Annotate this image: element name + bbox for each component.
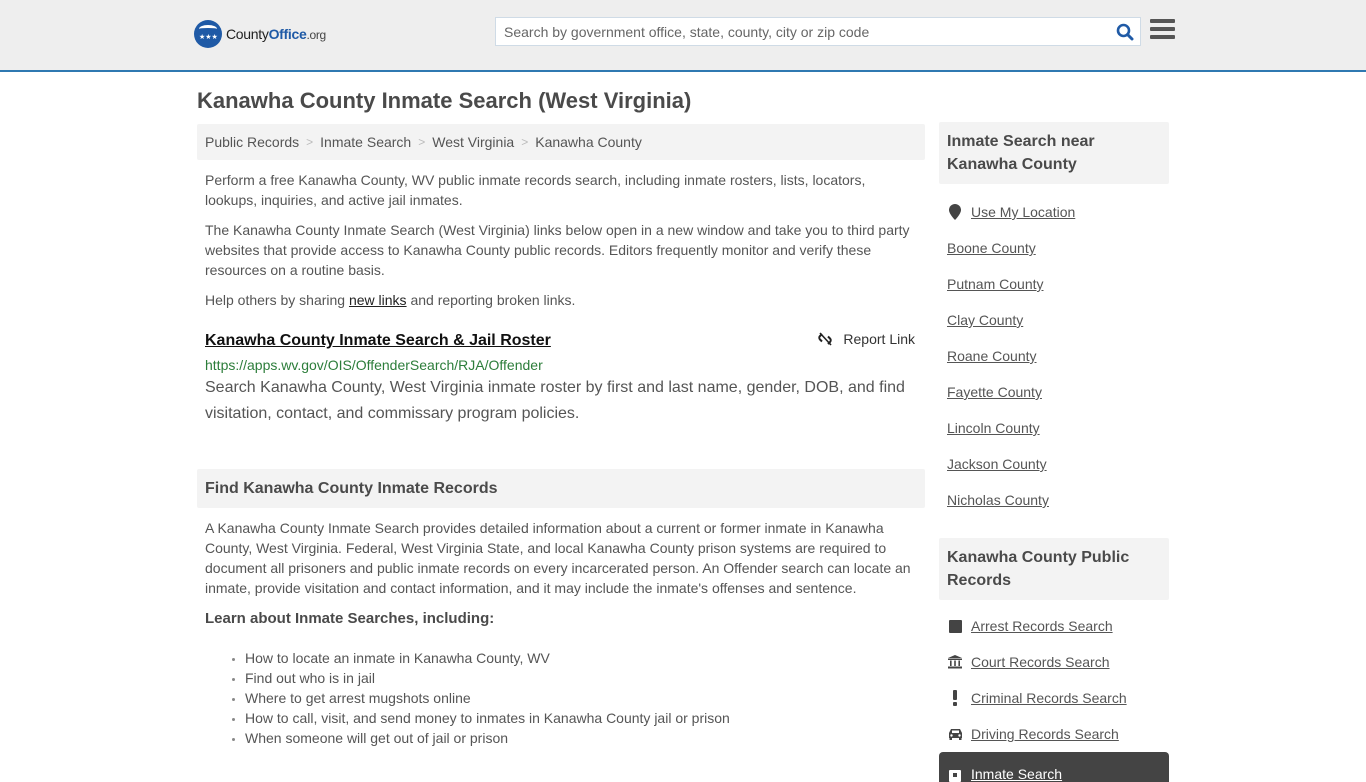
list-item: Find out who is in jail xyxy=(245,668,925,688)
find-records-heading: Find Kanawha County Inmate Records xyxy=(197,469,925,508)
record-item-inmate-active: Inmate Search xyxy=(939,752,1169,782)
intro-paragraph-1: Perform a free Kanawha County, WV public… xyxy=(205,172,866,208)
nearby-heading: Inmate Search near Kanawha County xyxy=(939,122,1169,184)
nearby-county-item: Clay County xyxy=(939,302,1169,338)
breadcrumb-separator: > xyxy=(418,135,426,149)
record-item-criminal: Criminal Records Search xyxy=(939,680,1169,716)
nearby-county-link[interactable]: Nicholas County xyxy=(947,492,1049,508)
search-button[interactable] xyxy=(1110,18,1140,45)
site-logo[interactable]: ★★★ CountyOffice.org xyxy=(194,20,326,48)
driving-records-link[interactable]: Driving Records Search xyxy=(971,726,1119,742)
record-item-court: Court Records Search xyxy=(939,644,1169,680)
car-icon xyxy=(947,728,963,740)
map-pin-icon xyxy=(947,204,963,220)
breadcrumb-separator: > xyxy=(306,135,314,149)
main-content: Public Records > Inmate Search > West Vi… xyxy=(197,124,925,748)
share-text: Help others by sharing xyxy=(205,292,349,308)
logo-emblem-icon: ★★★ xyxy=(194,20,222,48)
new-links-link[interactable]: new links xyxy=(349,292,407,308)
square-icon xyxy=(947,619,963,633)
page-title: Kanawha County Inmate Search (West Virgi… xyxy=(197,88,692,113)
hamburger-menu-icon[interactable] xyxy=(1150,19,1175,41)
report-link-button[interactable]: Report Link xyxy=(817,331,915,347)
breadcrumb: Public Records > Inmate Search > West Vi… xyxy=(197,124,925,160)
breadcrumb-separator: > xyxy=(521,135,529,149)
nearby-county-item: Fayette County xyxy=(939,374,1169,410)
nearby-list: Use My Location Boone County Putnam Coun… xyxy=(939,194,1169,518)
breadcrumb-public-records[interactable]: Public Records xyxy=(205,134,299,150)
nearby-county-link[interactable]: Lincoln County xyxy=(947,420,1040,436)
nearby-county-link[interactable]: Jackson County xyxy=(947,456,1047,472)
breadcrumb-kanawha-county[interactable]: Kanawha County xyxy=(535,134,642,150)
share-text-end: and reporting broken links. xyxy=(406,292,576,308)
nearby-county-item: Roane County xyxy=(939,338,1169,374)
inmate-search-link[interactable]: Inmate Search xyxy=(971,766,1062,782)
nearby-county-item: Jackson County xyxy=(939,446,1169,482)
search-icon xyxy=(1116,23,1134,40)
nearby-county-item: Nicholas County xyxy=(939,482,1169,518)
arrest-records-link[interactable]: Arrest Records Search xyxy=(971,618,1113,634)
nearby-county-item: Lincoln County xyxy=(939,410,1169,446)
list-item: How to call, visit, and send money to in… xyxy=(245,708,925,728)
top-bar: ★★★ CountyOffice.org xyxy=(0,0,1366,72)
intro-paragraph-3: Help others by sharing new links and rep… xyxy=(197,290,925,310)
public-records-heading: Kanawha County Public Records xyxy=(939,538,1169,600)
learn-heading: Learn about Inmate Searches, including: xyxy=(205,610,495,627)
nearby-county-link[interactable]: Roane County xyxy=(947,348,1037,364)
breadcrumb-inmate-search[interactable]: Inmate Search xyxy=(320,134,411,150)
nearby-county-item: Putnam County xyxy=(939,266,1169,302)
resource-link-description: Search Kanawha County, West Virginia inm… xyxy=(205,379,905,422)
record-item-driving: Driving Records Search xyxy=(939,716,1169,752)
search-bar xyxy=(495,17,1141,46)
court-records-link[interactable]: Court Records Search xyxy=(971,654,1110,670)
nearby-county-link[interactable]: Clay County xyxy=(947,312,1023,328)
exclamation-icon xyxy=(947,690,963,706)
report-link-label: Report Link xyxy=(843,331,915,347)
list-item: When someone will get out of jail or pri… xyxy=(245,728,925,748)
topics-list: How to locate an inmate in Kanawha Count… xyxy=(197,648,925,748)
broken-link-icon xyxy=(818,332,833,346)
resource-link-item: Kanawha County Inmate Search & Jail Rost… xyxy=(197,331,925,427)
resource-link-url: https://apps.wv.gov/OIS/OffenderSearch/R… xyxy=(205,357,543,373)
nearby-county-item: Boone County xyxy=(939,230,1169,266)
use-my-location-item: Use My Location xyxy=(939,194,1169,230)
use-my-location-link[interactable]: Use My Location xyxy=(971,204,1075,220)
list-item: How to locate an inmate in Kanawha Count… xyxy=(245,648,925,668)
intro-paragraph-2: The Kanawha County Inmate Search (West V… xyxy=(205,222,910,278)
breadcrumb-west-virginia[interactable]: West Virginia xyxy=(432,134,514,150)
public-records-list: Arrest Records Search Court Records Sear… xyxy=(939,608,1169,782)
resource-link-title[interactable]: Kanawha County Inmate Search & Jail Rost… xyxy=(205,331,551,351)
search-input[interactable] xyxy=(496,18,1110,45)
find-records-body: A Kanawha County Inmate Search provides … xyxy=(205,520,911,596)
record-item-arrest: Arrest Records Search xyxy=(939,608,1169,644)
id-card-icon xyxy=(947,770,963,782)
list-item: Where to get arrest mugshots online xyxy=(245,688,925,708)
criminal-records-link[interactable]: Criminal Records Search xyxy=(971,690,1127,706)
logo-text: CountyOffice.org xyxy=(226,26,326,42)
sidebar: Inmate Search near Kanawha County Use My… xyxy=(939,122,1169,782)
nearby-county-link[interactable]: Fayette County xyxy=(947,384,1042,400)
nearby-county-link[interactable]: Putnam County xyxy=(947,276,1044,292)
courthouse-icon xyxy=(947,655,963,669)
nearby-county-link[interactable]: Boone County xyxy=(947,240,1036,256)
